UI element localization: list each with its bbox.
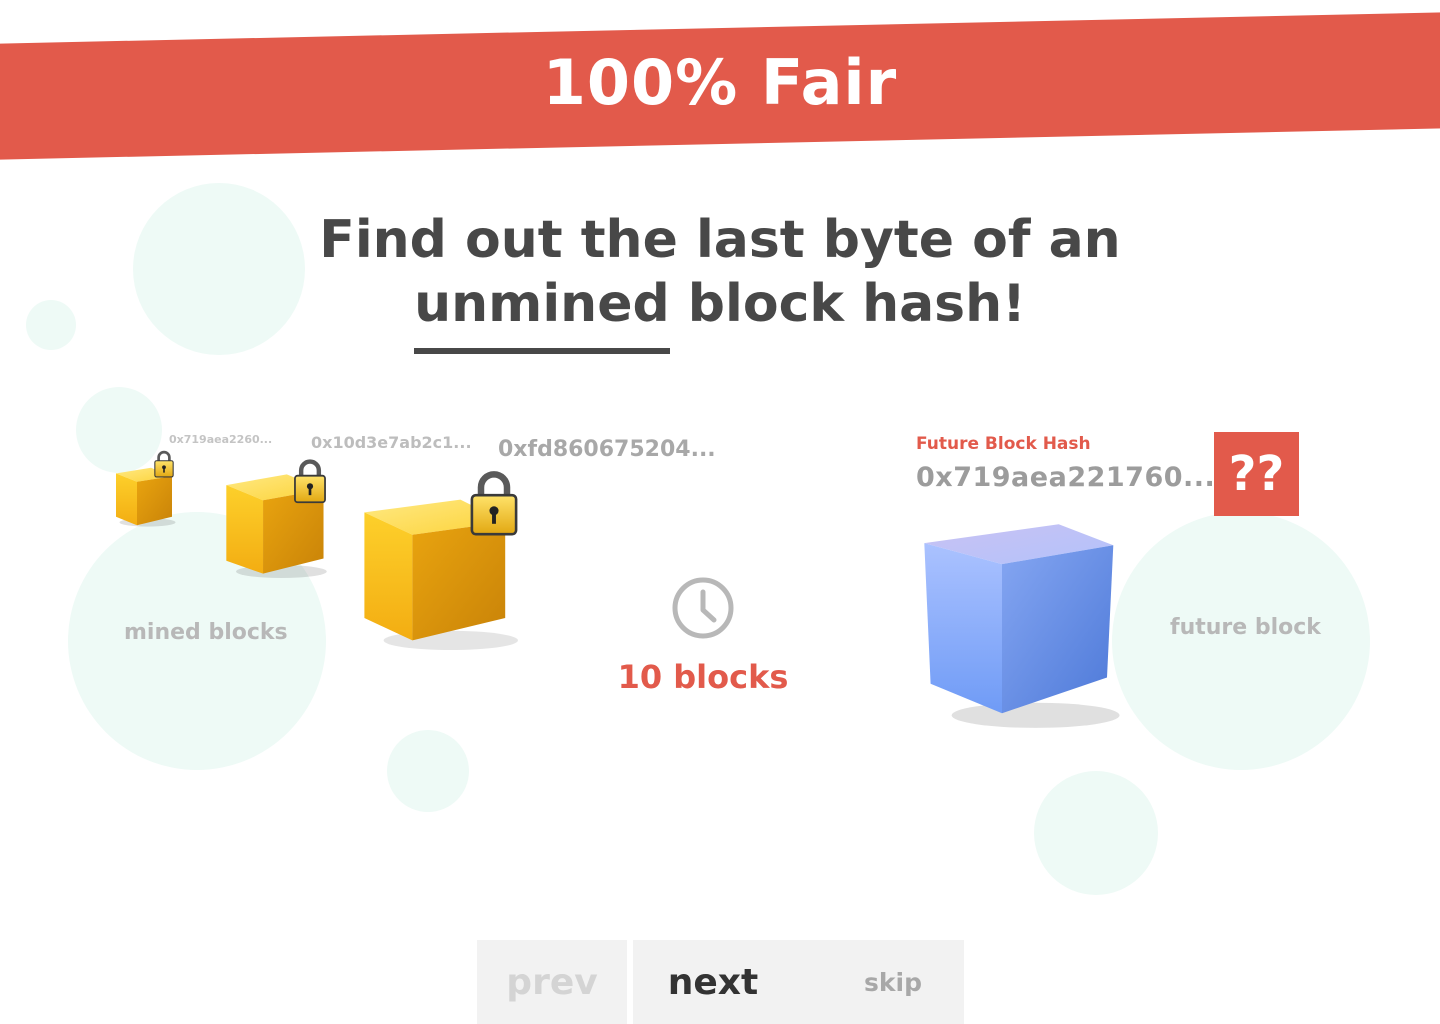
- future-block-label: future block: [1170, 615, 1321, 640]
- next-button[interactable]: next: [633, 940, 793, 1024]
- banner-title: 100% Fair: [542, 46, 898, 119]
- headline-line1: Find out the last byte of an: [319, 210, 1121, 270]
- future-block-hash: 0x719aea221760...: [916, 462, 1216, 493]
- headline-underlined-word: unmined: [414, 274, 670, 354]
- lock-icon: [470, 471, 518, 536]
- clock-icon: [672, 577, 734, 639]
- lock-icon: [294, 459, 326, 504]
- skip-button[interactable]: skip: [833, 940, 953, 1024]
- future-block-title: Future Block Hash: [916, 434, 1091, 454]
- unknown-byte-badge: ??: [1214, 432, 1299, 516]
- headline-rest: block hash!: [669, 274, 1026, 334]
- mined-hash-3: 0xfd860675204...: [498, 437, 716, 462]
- mined-hash-1: 0x719aea2260...: [169, 433, 273, 446]
- headline: Find out the last byte of an unmined blo…: [0, 208, 1440, 354]
- nav-next-group: next skip: [633, 940, 964, 1024]
- decor-bubble: [1034, 771, 1158, 895]
- mined-blocks-label: mined blocks: [124, 620, 288, 645]
- blocks-count: 10 blocks: [617, 658, 789, 696]
- future-block-bubble: [1112, 512, 1370, 770]
- prev-button[interactable]: prev: [477, 940, 627, 1024]
- decor-bubble: [387, 730, 469, 812]
- mined-hash-2: 0x10d3e7ab2c1...: [311, 433, 472, 452]
- lock-icon: [154, 450, 174, 478]
- future-block-cube: [924, 524, 1120, 728]
